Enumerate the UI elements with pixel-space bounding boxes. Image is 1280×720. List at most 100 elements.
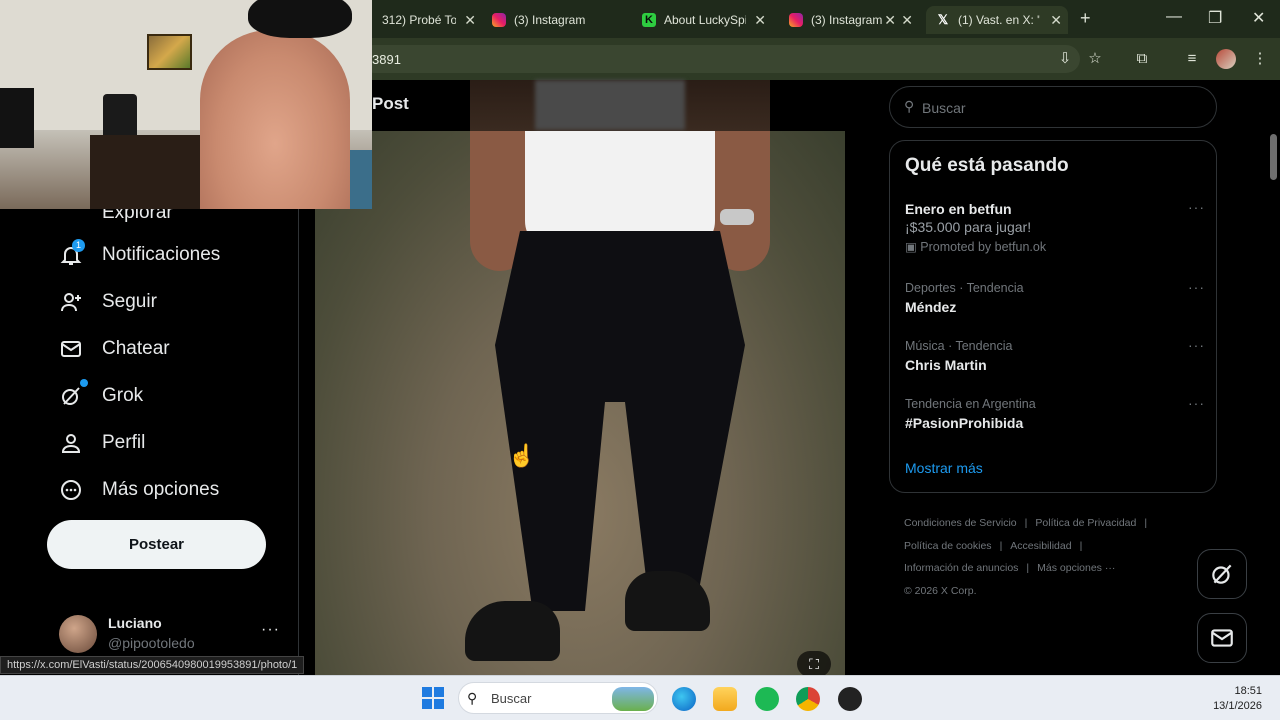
grok-floating-button[interactable] (1197, 549, 1247, 599)
avatar (59, 615, 97, 653)
promoted-label: ▣ Promoted by betfun.ok (905, 240, 1047, 254)
edge-icon[interactable] (672, 687, 696, 711)
nav-label: Seguir (102, 291, 157, 312)
copyright: © 2026 X Corp. (904, 584, 977, 597)
more-dots-icon[interactable]: ··· (1188, 337, 1205, 353)
trend-name: Méndez (905, 299, 957, 315)
tab-instagram-2[interactable]: (3) Instagram ✕ (779, 6, 919, 34)
footer-link[interactable]: Condiciones de Servicio (904, 517, 1017, 529)
image-action-icon[interactable]: ⛶ (797, 651, 831, 677)
user-icon (58, 430, 84, 456)
footer-separator: | (999, 539, 1003, 552)
search-highlight-image (612, 687, 654, 711)
nav-profile[interactable]: Perfil (58, 423, 145, 463)
file-explorer-icon[interactable] (713, 687, 737, 711)
nav-more-options[interactable]: Más opciones (58, 470, 219, 510)
webcam-monitor (0, 88, 34, 148)
scrollbar-thumb[interactable] (1270, 134, 1277, 180)
photo-figure-watch (720, 209, 754, 225)
url-text: 3891 (372, 52, 401, 67)
nav-label: Perfil (102, 432, 146, 453)
post-button[interactable]: Postear (47, 520, 266, 569)
footer-separator: | (1026, 562, 1030, 574)
account-handle: @pipootoledo (108, 635, 195, 651)
footer-link[interactable]: Más opciones ··· (1037, 562, 1115, 574)
taskbar-search-input[interactable]: ⚲ Buscar (458, 682, 658, 714)
instagram-icon (492, 13, 506, 27)
photo-figure-pants (495, 231, 745, 611)
more-dots-icon[interactable]: ··· (1188, 395, 1205, 411)
nav-grok[interactable]: Grok (58, 376, 143, 416)
chrome-icon[interactable] (796, 687, 820, 711)
photo-figure-shoe (465, 601, 560, 661)
trend-context: Música · Tendencia (905, 339, 1013, 353)
extensions-icon[interactable]: ⧉ (1133, 50, 1151, 68)
account-name: Luciano (108, 615, 162, 631)
blurred-region (535, 80, 685, 130)
status-bar-url: https://x.com/ElVasti/status/20065409800… (0, 656, 305, 674)
search-input[interactable]: ⚲ Buscar (889, 86, 1217, 128)
search-icon: ⚲ (467, 690, 478, 706)
nav-follow[interactable]: Seguir (58, 282, 157, 322)
windows-taskbar: ⚲ Buscar 18:51 13/1/2026 (0, 675, 1280, 720)
footer-link[interactable]: Política de Privacidad (1035, 517, 1136, 529)
close-icon[interactable]: ✕ (464, 12, 476, 29)
maximize-button[interactable]: ❐ (1208, 8, 1222, 28)
show-more-link[interactable]: Mostrar más (905, 460, 983, 476)
browser-profile-avatar[interactable] (1216, 49, 1236, 69)
footer-separator: | (1079, 539, 1083, 552)
account-switcher[interactable]: Luciano @pipootoledo ··· (59, 613, 289, 659)
trend-item[interactable]: Enero en betfun ¡$35.000 para jugar! ▣ P… (905, 199, 1205, 254)
more-dots-icon[interactable]: ··· (1188, 279, 1205, 295)
more-dots-icon[interactable]: ··· (261, 621, 280, 639)
media-controls-icon[interactable]: ≡ (1183, 50, 1201, 68)
app-icon[interactable] (838, 687, 862, 711)
tab-youtube[interactable]: 312) Probé Tod ✕ (372, 6, 482, 34)
trend-item[interactable]: Deportes · Tendencia Méndez ··· (905, 279, 1205, 315)
trend-item[interactable]: Tendencia en Argentina #PasionProhibida … (905, 395, 1205, 431)
tab-x-active[interactable]: 𝕏 (1) Vast. en X: "N ✕ (926, 6, 1068, 34)
page-scrollbar[interactable] (1266, 80, 1280, 675)
k-icon: K (642, 13, 656, 27)
post-photo[interactable] (315, 131, 845, 675)
footer-separator: | (1144, 517, 1148, 529)
webcam-overlay (0, 0, 372, 209)
taskbar-clock[interactable]: 18:51 13/1/2026 (1190, 684, 1262, 714)
tab-luckyspin[interactable]: K About LuckySpi ✕ (632, 6, 772, 34)
close-window-button[interactable]: ✕ (1252, 8, 1265, 28)
more-dots-icon[interactable]: ··· (1188, 199, 1205, 215)
nav-chat[interactable]: Chatear (58, 329, 170, 369)
footer-link[interactable]: Accesibilidad (1010, 540, 1071, 552)
instagram-icon (789, 13, 803, 27)
webcam-person (200, 30, 350, 209)
clock-date: 13/1/2026 (1213, 700, 1262, 712)
footer-link[interactable]: Información de anuncios (904, 562, 1018, 574)
trend-name: Enero en betfun (905, 201, 1012, 217)
grok-notification-dot (80, 379, 88, 387)
search-icon: ⚲ (904, 98, 915, 114)
address-bar[interactable]: 3891 (360, 45, 1080, 73)
trend-item[interactable]: Música · Tendencia Chris Martin ··· (905, 337, 1205, 373)
windows-start-icon[interactable] (422, 687, 444, 709)
close-icon[interactable]: ✕ (901, 12, 913, 29)
mail-icon (58, 336, 84, 362)
left-navigation: Explorar Notificaciones 1 Seguir Chatear (0, 209, 299, 675)
messages-floating-button[interactable] (1197, 613, 1247, 663)
menu-kebab-icon[interactable]: ⋮ (1251, 50, 1269, 68)
spotify-icon[interactable] (755, 687, 779, 711)
close-icon[interactable]: ✕ (1050, 12, 1062, 29)
trend-context: Tendencia en Argentina (905, 397, 1036, 411)
close-icon[interactable]: ✕ (754, 12, 766, 29)
add-user-icon (58, 289, 84, 315)
webcam-hat (248, 0, 352, 38)
new-tab-button[interactable]: + (1080, 8, 1091, 29)
bookmark-star-icon[interactable]: ☆ (1086, 50, 1104, 68)
nav-label: Más opciones (102, 479, 220, 500)
search-placeholder: Buscar (922, 100, 966, 116)
footer-link[interactable]: Política de cookies (904, 540, 992, 552)
footer-separator: | (1024, 517, 1028, 529)
more-circle-icon (58, 477, 84, 503)
install-app-icon[interactable]: ⇩ (1056, 50, 1074, 68)
promoted-text: Promoted by betfun.ok (920, 240, 1047, 254)
minimize-button[interactable]: — (1166, 8, 1182, 26)
